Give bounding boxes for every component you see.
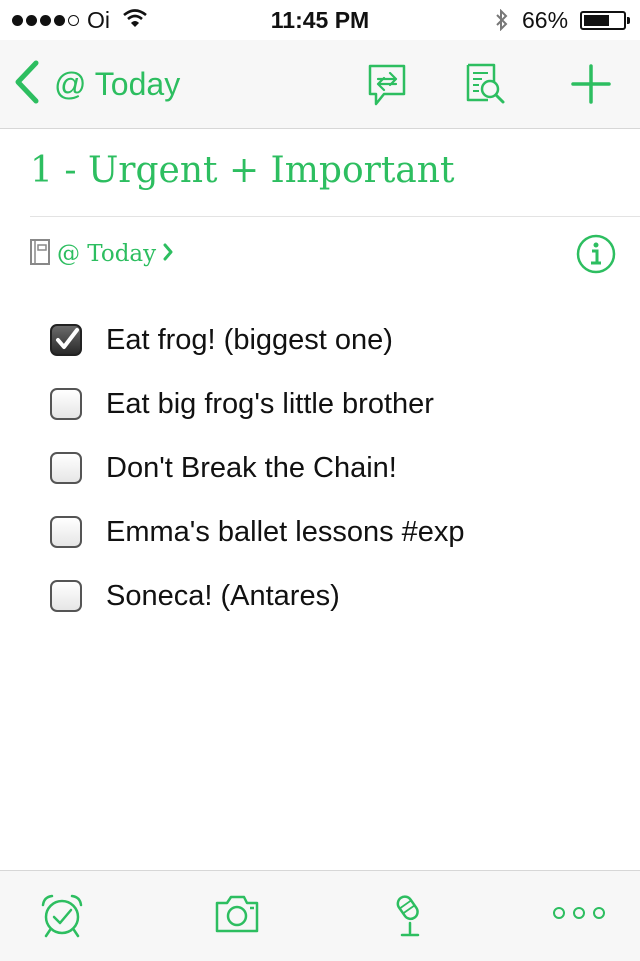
camera-icon[interactable] bbox=[214, 893, 260, 940]
share-icon[interactable] bbox=[366, 62, 408, 113]
nav-bar: @ Today bbox=[0, 40, 640, 129]
checkbox[interactable] bbox=[50, 580, 82, 612]
checkbox[interactable] bbox=[50, 452, 82, 484]
todo-text[interactable]: Don't Break the Chain! bbox=[106, 452, 397, 485]
search-note-icon[interactable] bbox=[464, 62, 506, 111]
chevron-right-icon bbox=[162, 242, 174, 267]
notebook-link[interactable]: @ Today bbox=[29, 238, 174, 270]
todo-item: Eat frog! (biggest one) bbox=[50, 320, 393, 360]
todo-text[interactable]: Eat frog! (biggest one) bbox=[106, 324, 393, 357]
plus-icon[interactable] bbox=[570, 62, 612, 111]
chevron-left-icon bbox=[14, 60, 40, 109]
checkbox[interactable] bbox=[50, 388, 82, 420]
note-title[interactable]: 1 - Urgent + Important bbox=[30, 150, 454, 191]
todo-item: Emma's ballet lessons #exp bbox=[50, 512, 465, 552]
back-button[interactable]: @ Today bbox=[14, 60, 180, 108]
status-bar: Oi 11:45 PM 66% bbox=[0, 0, 640, 40]
microphone-icon[interactable] bbox=[390, 893, 430, 944]
todo-item: Eat big frog's little brother bbox=[50, 384, 434, 424]
todo-text[interactable]: Eat big frog's little brother bbox=[106, 388, 434, 421]
todo-text[interactable]: Soneca! (Antares) bbox=[106, 580, 340, 613]
battery-nub bbox=[627, 17, 630, 24]
back-label: @ Today bbox=[54, 65, 181, 102]
notebook-label: @ Today bbox=[57, 241, 157, 267]
divider bbox=[30, 216, 640, 217]
more-icon[interactable] bbox=[550, 903, 608, 928]
todo-text[interactable]: Emma's ballet lessons #exp bbox=[106, 516, 465, 549]
checkmark-icon bbox=[56, 328, 79, 349]
battery-percent: 66% bbox=[522, 7, 569, 33]
alarm-clock-icon[interactable] bbox=[40, 893, 84, 944]
todo-item: Soneca! (Antares) bbox=[50, 576, 340, 616]
notebook-icon bbox=[29, 238, 51, 271]
battery-fill bbox=[584, 15, 609, 26]
bluetooth-icon bbox=[494, 8, 510, 36]
checkbox[interactable] bbox=[50, 516, 82, 548]
battery-icon bbox=[580, 11, 630, 30]
bottom-toolbar bbox=[0, 870, 640, 961]
checkbox[interactable] bbox=[50, 324, 82, 356]
info-icon[interactable] bbox=[576, 234, 616, 279]
todo-item: Don't Break the Chain! bbox=[50, 448, 397, 488]
